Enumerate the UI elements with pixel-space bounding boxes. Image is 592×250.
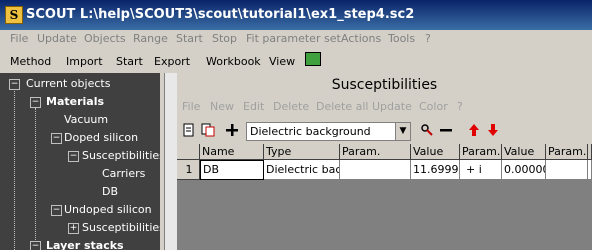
- export-button[interactable]: Export: [154, 55, 190, 68]
- pane-toolbar: Dielectric background ▼: [177, 118, 592, 142]
- menu-stop[interactable]: Stop: [212, 32, 237, 45]
- collapse-icon[interactable]: −: [51, 205, 62, 216]
- pane-menu-delete[interactable]: Delete: [273, 100, 309, 113]
- tree-line: [14, 85, 15, 250]
- method-button[interactable]: Method: [10, 55, 51, 68]
- tree-line: [35, 108, 36, 250]
- column-header[interactable]: Value: [502, 144, 546, 160]
- tree-item-db[interactable]: DB: [102, 185, 118, 198]
- tree-item-layer-stacks[interactable]: Layer stacks: [46, 239, 124, 250]
- tree-item-current-objects[interactable]: Current objects: [26, 77, 110, 90]
- pane-menu-bar: File New Edit Delete Delete all Update C…: [177, 99, 592, 115]
- copy-document-icon[interactable]: [201, 123, 215, 137]
- pane-menu-update[interactable]: Update: [372, 100, 412, 113]
- collapse-icon[interactable]: −: [9, 79, 20, 90]
- collapse-icon[interactable]: −: [68, 151, 79, 162]
- column-header[interactable]: Value: [411, 144, 460, 160]
- tree-item-susceptibilities[interactable]: Susceptibilities: [82, 149, 160, 162]
- workbook-button[interactable]: Workbook: [206, 55, 261, 68]
- add-icon[interactable]: [225, 123, 239, 137]
- pane-menu-new[interactable]: New: [210, 100, 234, 113]
- table-cell-param[interactable]: [340, 160, 411, 180]
- menu-start[interactable]: Start: [176, 32, 203, 45]
- pane-menu-file[interactable]: File: [182, 100, 200, 113]
- app-icon: S: [5, 6, 23, 24]
- view-button[interactable]: View: [269, 55, 295, 68]
- menu-help[interactable]: ?: [425, 32, 431, 45]
- menu-bar: File Update Objects Range Start Stop Fit…: [0, 30, 592, 48]
- row-number[interactable]: 1: [177, 160, 200, 180]
- pane-menu-help[interactable]: ?: [457, 100, 463, 113]
- vertical-scrollbar[interactable]: [164, 73, 177, 250]
- tree-item-doped-silicon[interactable]: Doped silicon: [64, 131, 138, 144]
- susceptibilities-table[interactable]: Name Type Param. Value Param. Value Para…: [177, 144, 592, 250]
- tree-item-carriers[interactable]: Carriers: [102, 167, 145, 180]
- monitor-icon[interactable]: [305, 52, 321, 66]
- tree-item-susceptibilities-2[interactable]: Susceptibilities: [82, 221, 160, 234]
- menu-actions[interactable]: Actions: [341, 32, 381, 45]
- combo-value: Dielectric background: [250, 125, 371, 138]
- table-cell-param[interactable]: + i: [460, 160, 502, 180]
- arrow-up-icon[interactable]: [467, 123, 481, 137]
- susceptibility-type-select[interactable]: Dielectric background ▼: [246, 122, 411, 141]
- table-cell-value[interactable]: 11.699999: [411, 160, 460, 180]
- menu-tools[interactable]: Tools: [388, 32, 415, 45]
- column-header[interactable]: Name: [200, 144, 264, 160]
- table-cell-type[interactable]: Dielectric backg: [264, 160, 340, 180]
- menu-update[interactable]: Update: [37, 32, 77, 45]
- column-header[interactable]: Param.: [546, 144, 588, 160]
- table-cell-param[interactable]: [546, 160, 588, 180]
- start-button[interactable]: Start: [116, 55, 143, 68]
- menu-objects[interactable]: Objects: [84, 32, 126, 45]
- table-cell-name[interactable]: DB: [200, 160, 264, 180]
- tree-item-undoped-silicon[interactable]: Undoped silicon: [64, 203, 152, 216]
- menu-fit-parameter-set[interactable]: Fit parameter set: [246, 32, 341, 45]
- object-tree[interactable]: − Current objects − Materials Vacuum − D…: [0, 73, 160, 250]
- import-button[interactable]: Import: [66, 55, 103, 68]
- pane-menu-color[interactable]: Color: [419, 100, 448, 113]
- menu-range[interactable]: Range: [133, 32, 168, 45]
- expand-icon[interactable]: +: [68, 223, 79, 234]
- main-toolbar: Method Import Start Export Workbook View: [0, 50, 592, 72]
- column-header: [588, 144, 592, 160]
- window-title: SCOUT L:\help\SCOUT3\scout\tutorial1\ex1…: [26, 7, 415, 22]
- tree-item-vacuum[interactable]: Vacuum: [64, 113, 108, 126]
- column-header[interactable]: Param.: [460, 144, 502, 160]
- pane-title: Susceptibilities: [331, 77, 438, 93]
- table-cell: [588, 160, 592, 180]
- collapse-icon[interactable]: −: [30, 241, 41, 250]
- remove-icon[interactable]: [439, 123, 453, 137]
- column-header[interactable]: Param.: [340, 144, 411, 160]
- pane-menu-delete-all[interactable]: Delete all: [316, 100, 369, 113]
- susceptibilities-pane: Susceptibilities File New Edit Delete De…: [177, 73, 592, 250]
- arrow-down-icon[interactable]: [486, 123, 500, 137]
- collapse-icon[interactable]: −: [51, 133, 62, 144]
- tools-icon[interactable]: [420, 123, 434, 137]
- menu-file[interactable]: File: [10, 32, 28, 45]
- collapse-icon[interactable]: −: [30, 97, 41, 108]
- table-corner: [177, 144, 200, 160]
- document-icon[interactable]: [182, 123, 196, 137]
- title-bar: S SCOUT L:\help\SCOUT3\scout\tutorial1\e…: [0, 0, 592, 30]
- table-cell-value[interactable]: 0.00000: [502, 160, 546, 180]
- pane-menu-edit[interactable]: Edit: [243, 100, 264, 113]
- chevron-down-icon[interactable]: ▼: [395, 123, 410, 140]
- column-header[interactable]: Type: [264, 144, 340, 160]
- tree-item-materials[interactable]: Materials: [46, 95, 104, 108]
